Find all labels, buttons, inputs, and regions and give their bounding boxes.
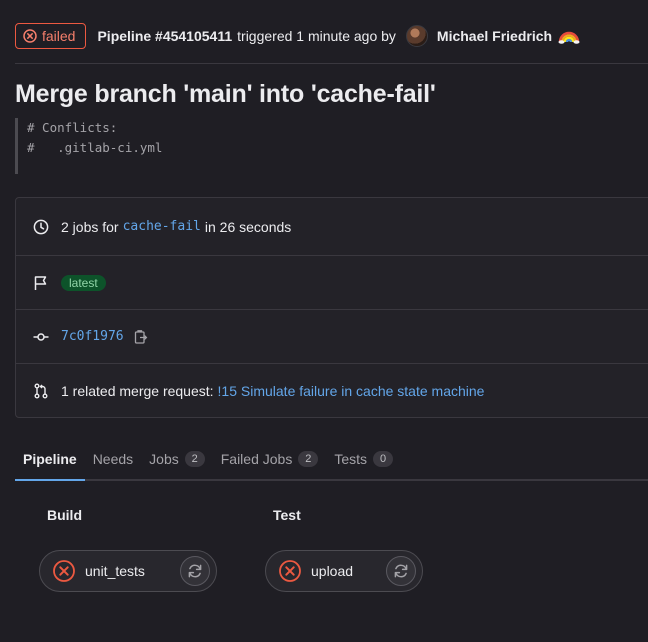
merge-request-link[interactable]: !15 Simulate failure in cache state mach… [218,383,485,399]
jobs-count-text: 2 jobs for [61,218,119,235]
duration-text: in 26 seconds [204,218,292,235]
avatar[interactable] [405,25,428,47]
tab-tests[interactable]: Tests 0 [326,438,401,479]
tab-label: Tests [334,450,368,467]
tab-count-badge: 0 [373,450,394,467]
commit-sha-link[interactable]: 7c0f1976 [61,329,124,344]
retry-button[interactable] [386,556,416,586]
pipeline-info-card: 2 jobs for cache-fail in 26 seconds late… [15,197,648,418]
commit-row: 7c0f1976 [16,310,648,363]
pipeline-summary: Pipeline #454105411 triggered 1 minute a… [97,25,580,47]
commit-body-line: # .gitlab-ci.yml [27,140,163,155]
job-unit-tests[interactable]: unit_tests [39,550,217,592]
header-divider [15,63,648,64]
stage-title-test: Test [273,507,301,523]
pipeline-header: failed Pipeline #454105411 triggered 1 m… [15,22,648,50]
job-name: unit_tests [85,563,145,579]
tab-label: Pipeline [23,450,77,467]
retry-icon [188,564,202,578]
tab-count-badge: 2 [298,450,319,467]
latest-badge: latest [61,274,106,291]
triggered-text: triggered 1 minute ago by [237,28,396,44]
retry-icon [394,564,408,578]
author-name[interactable]: Michael Friedrich [437,28,552,44]
badges-row: latest [16,256,648,309]
job-name: upload [311,563,354,579]
failed-status-icon [279,560,301,582]
tab-failed-jobs[interactable]: Failed Jobs 2 [213,438,327,479]
rainbow-icon [558,26,580,47]
stage-title-build: Build [47,507,82,523]
tab-jobs[interactable]: Jobs 2 [141,438,213,479]
job-upload[interactable]: upload [265,550,423,592]
branch-link[interactable]: cache-fail [123,219,201,234]
tab-needs[interactable]: Needs [85,438,141,479]
failed-status-icon [23,29,37,43]
tab-count-badge: 2 [184,450,205,467]
retry-button[interactable] [180,556,210,586]
commit-description: # Conflicts: # .gitlab-ci.yml [15,118,162,174]
flag-icon [32,274,50,292]
tab-pipeline[interactable]: Pipeline [15,438,85,481]
copy-icon[interactable] [134,329,148,345]
commit-body-line: # Conflicts: [27,120,118,135]
status-label: failed [42,28,76,44]
merge-request-icon [32,382,50,400]
merge-request-count-text: 1 related merge request: [61,383,214,399]
page-title: Merge branch 'main' into 'cache-fail' [15,80,436,108]
jobs-duration-row: 2 jobs for cache-fail in 26 seconds [16,198,648,255]
pipeline-id: Pipeline #454105411 [97,28,233,44]
pipeline-tabs: Pipeline Needs Jobs 2 Failed Jobs 2 Test… [15,438,648,481]
status-badge[interactable]: failed [15,23,87,49]
clock-icon [32,218,50,236]
merge-request-row: 1 related merge request: !15 Simulate fa… [16,364,648,418]
tab-label: Needs [92,450,134,467]
commit-icon [32,328,50,346]
failed-status-icon [53,560,75,582]
tab-label: Failed Jobs [220,450,293,467]
tab-label: Jobs [149,450,179,467]
